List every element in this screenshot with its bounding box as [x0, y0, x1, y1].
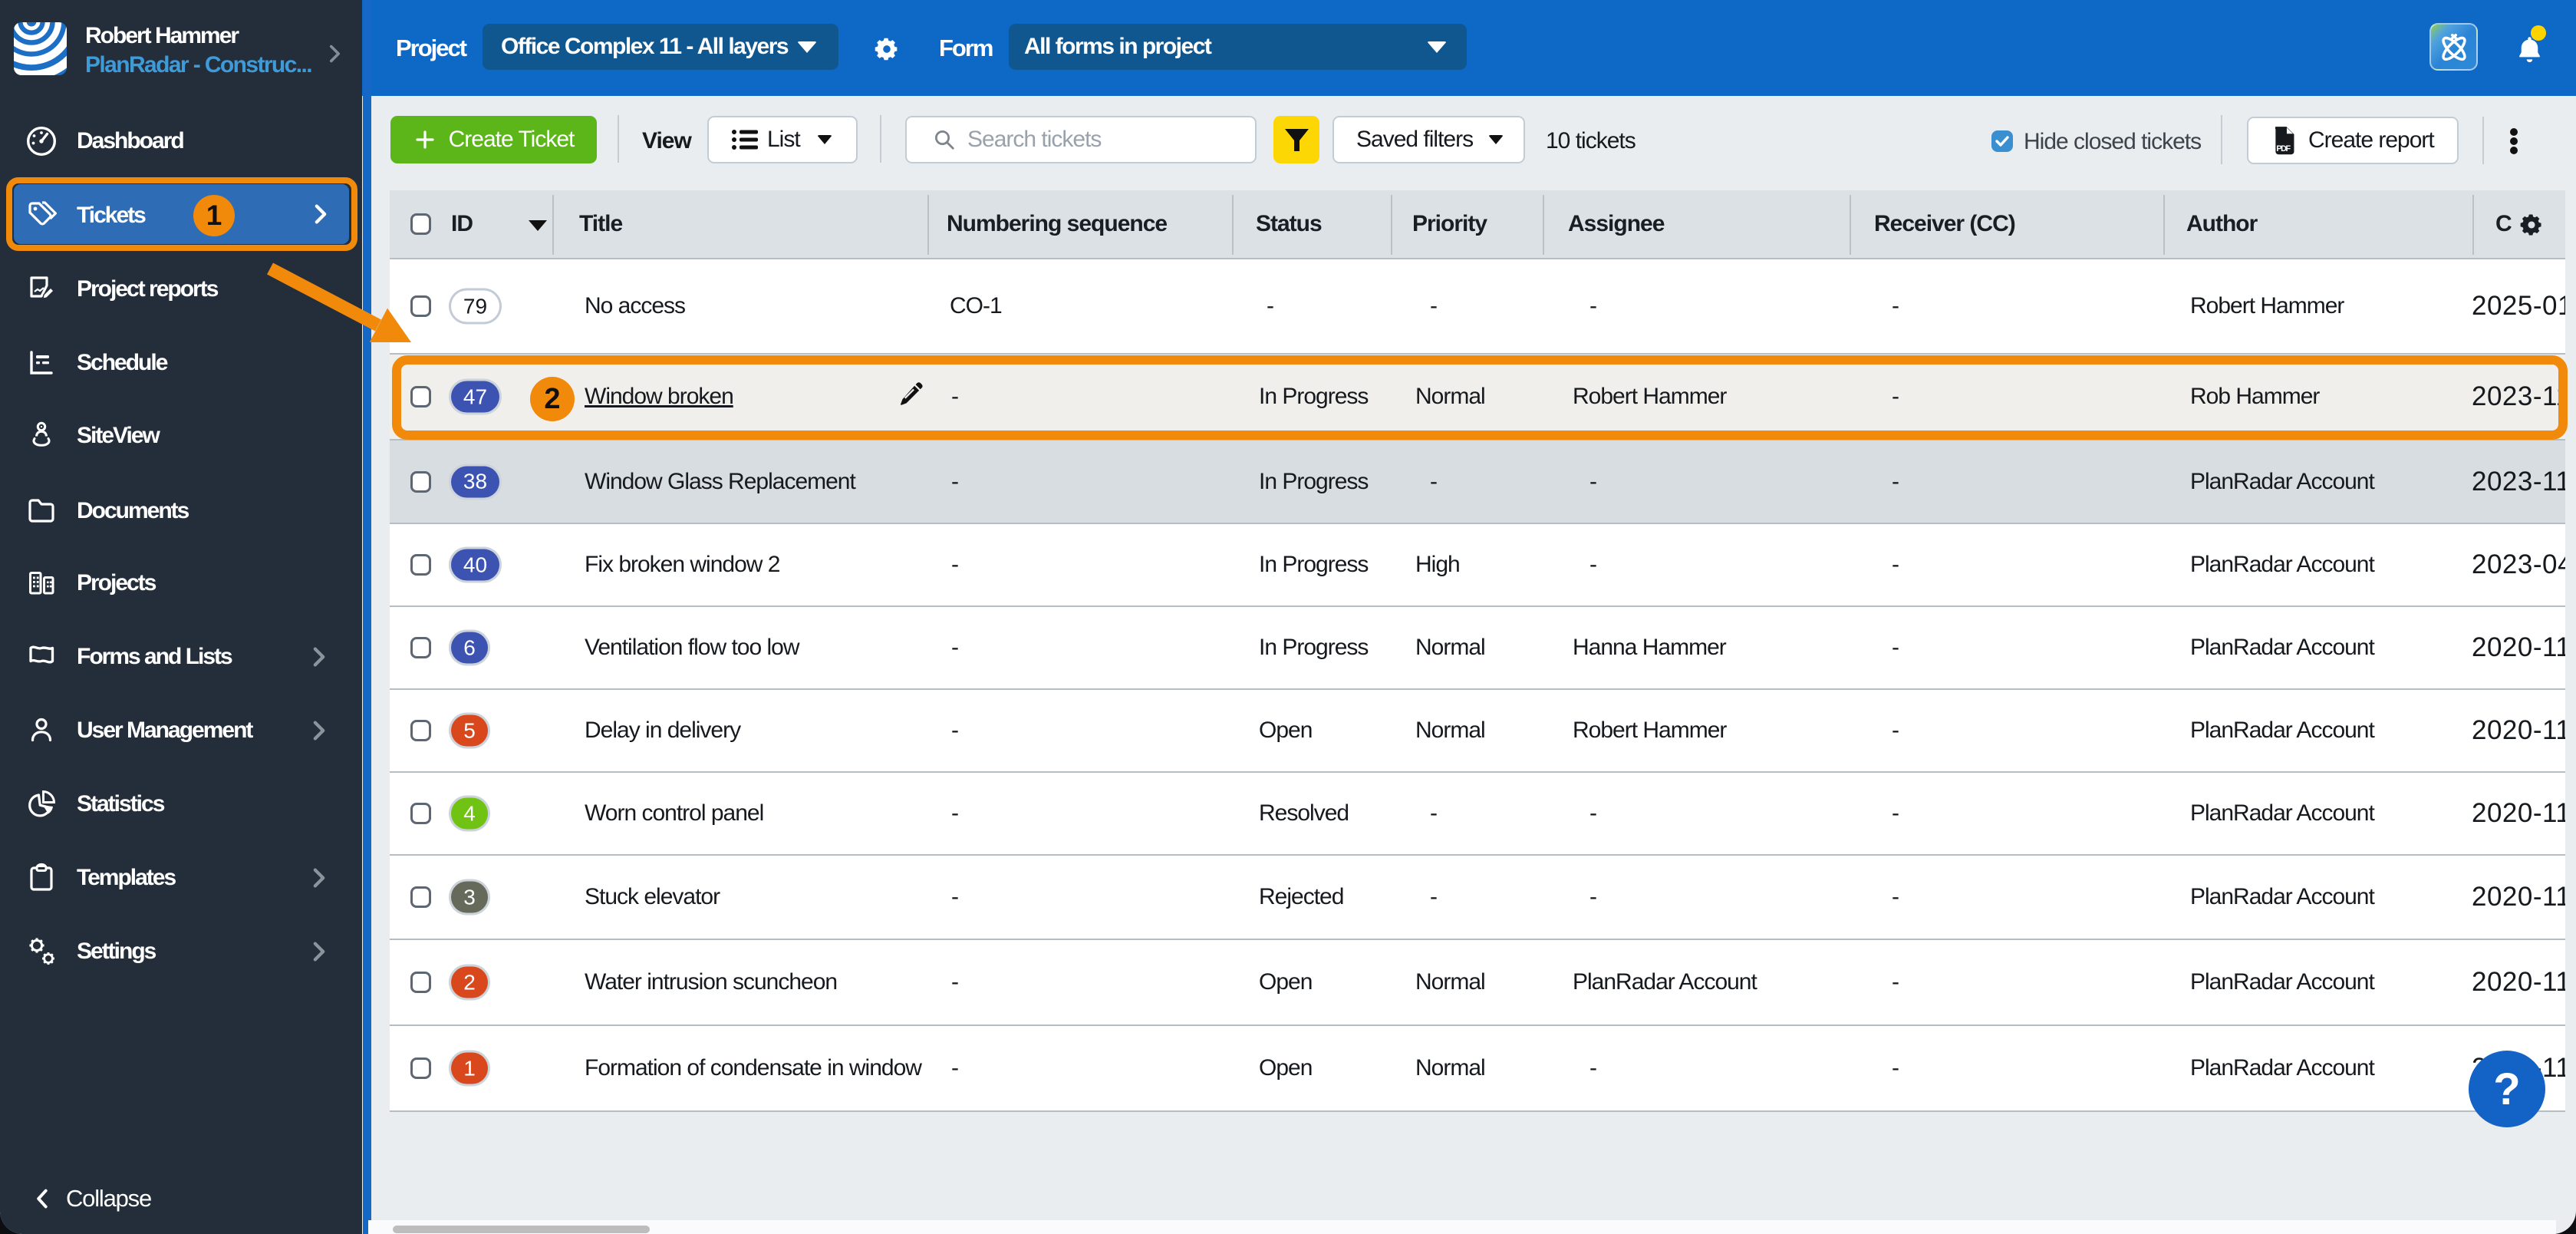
- svg-text:PDF: PDF: [2276, 144, 2291, 153]
